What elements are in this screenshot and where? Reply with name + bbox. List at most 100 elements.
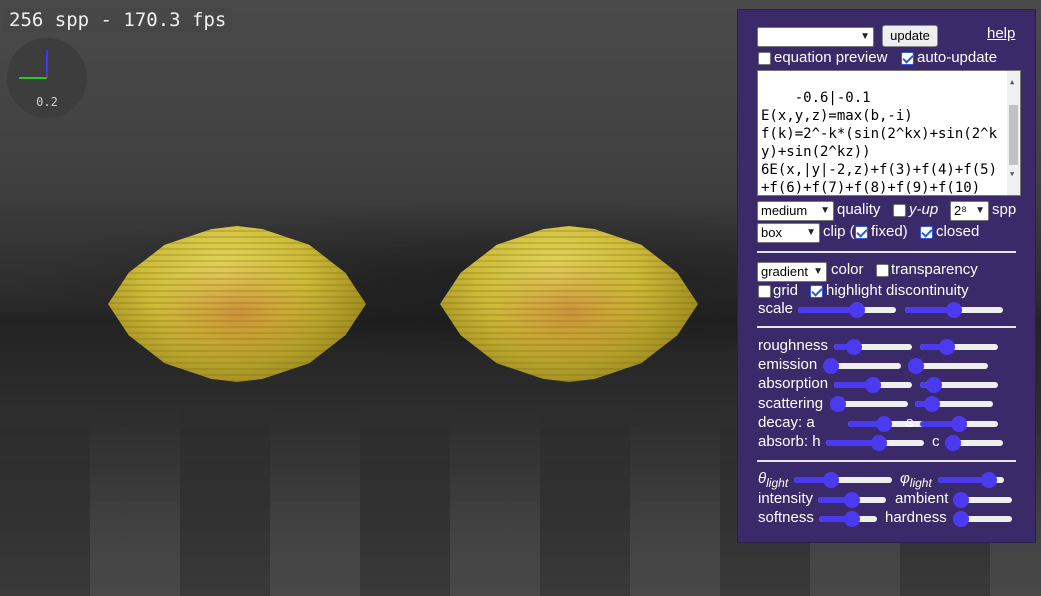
decay-s-slider[interactable] — [920, 416, 998, 432]
scattering-label: scattering — [758, 395, 824, 412]
quality-select[interactable]: medium ▼ — [757, 201, 834, 221]
grid-checkbox[interactable] — [758, 285, 771, 298]
slider-knob[interactable] — [865, 377, 881, 393]
theta-light-sub: light — [766, 476, 789, 490]
slider-knob[interactable] — [844, 511, 861, 527]
control-panel: ▼ update help equation preview auto-upda… — [737, 9, 1036, 543]
clip-label: clip ( — [823, 223, 855, 240]
auto-update-label: auto-update — [917, 49, 998, 66]
quality-label: quality — [837, 201, 881, 218]
absorption-slider-1[interactable] — [834, 377, 912, 393]
help-link[interactable]: help — [987, 25, 1015, 43]
decay-s-label: s — [906, 414, 914, 431]
equation-scrollbar[interactable]: ▲ ▼ — [1007, 71, 1020, 195]
y-up-checkbox[interactable] — [893, 204, 906, 217]
spp-select-value: 2⁸ — [954, 203, 967, 218]
absorb-c-label: c — [932, 433, 940, 450]
emission-slider-1[interactable] — [823, 358, 901, 374]
transparency-label: transparency — [891, 261, 978, 278]
slider-knob[interactable] — [846, 339, 863, 355]
closed-checkbox[interactable] — [920, 226, 933, 239]
equation-preview-checkbox[interactable] — [758, 52, 771, 65]
slider-knob[interactable] — [823, 358, 839, 374]
intensity-slider[interactable] — [818, 492, 886, 508]
roughness-slider-1[interactable] — [834, 339, 912, 355]
axis-gizmo[interactable]: 0.2 — [7, 38, 87, 118]
phi-symbol: φ — [900, 470, 910, 487]
slider-knob[interactable] — [980, 472, 997, 488]
highlight-discontinuity-label: highlight discontinuity — [826, 282, 969, 299]
slider-knob[interactable] — [953, 492, 969, 508]
axis-scale-label: 0.2 — [36, 95, 58, 109]
emission-label: emission — [758, 356, 818, 373]
phi-light-slider[interactable] — [938, 472, 1004, 488]
divider — [757, 460, 1016, 462]
slider-knob[interactable] — [938, 339, 955, 355]
spp-label: spp — [992, 201, 1017, 218]
slider-knob[interactable] — [953, 511, 969, 527]
ambient-label: ambient — [895, 490, 949, 507]
absorb-label: absorb: h — [758, 433, 821, 450]
absorb-h-slider[interactable] — [826, 435, 924, 451]
fixed-checkbox[interactable] — [855, 226, 868, 239]
scale-slider-2[interactable] — [905, 302, 1003, 318]
equation-text: -0.6|-0.1 E(x,y,z)=max(b,-i) f(k)=2^-k*(… — [761, 90, 998, 196]
closed-label: closed — [936, 223, 980, 240]
absorption-slider-2[interactable] — [920, 377, 998, 393]
chevron-down-icon: ▼ — [813, 266, 823, 277]
chevron-down-icon: ▼ — [860, 31, 870, 42]
absorb-c-slider[interactable] — [945, 435, 1003, 451]
slider-knob[interactable] — [844, 492, 860, 508]
scattering-slider-2[interactable] — [915, 396, 993, 412]
transparency-checkbox[interactable] — [876, 264, 889, 277]
clip-select[interactable]: box ▼ — [757, 223, 820, 243]
phi-light-label: φlight — [900, 470, 932, 492]
divider — [757, 326, 1016, 328]
color-select[interactable]: gradient ▼ — [757, 262, 827, 282]
auto-update-checkbox[interactable] — [901, 52, 914, 65]
theta-light-label: θlight — [758, 470, 788, 492]
slider-knob[interactable] — [908, 358, 924, 374]
intensity-label: intensity — [758, 490, 814, 507]
theta-light-slider[interactable] — [794, 472, 892, 488]
slider-knob[interactable] — [924, 396, 941, 412]
equation-input[interactable]: -0.6|-0.1 E(x,y,z)=max(b,-i) f(k)=2^-k*(… — [757, 70, 1021, 196]
scroll-up-icon[interactable]: ▲ — [1010, 73, 1014, 91]
divider — [757, 251, 1016, 253]
slider-knob[interactable] — [871, 435, 888, 451]
slider-knob[interactable] — [945, 435, 961, 451]
softness-label: softness — [758, 509, 814, 526]
quality-select-value: medium — [761, 203, 808, 218]
clip-select-value: box — [761, 225, 782, 240]
grid-label: grid — [773, 282, 799, 299]
ambient-slider[interactable] — [953, 492, 1012, 508]
scrollbar-thumb[interactable] — [1009, 105, 1018, 165]
slider-knob[interactable] — [822, 472, 839, 488]
emission-slider-2[interactable] — [908, 358, 988, 374]
phi-light-sub: light — [909, 476, 932, 490]
spp-select[interactable]: 2⁸ ▼ — [950, 201, 989, 221]
scale-label: scale — [758, 300, 794, 317]
roughness-slider-2[interactable] — [920, 339, 998, 355]
hardness-slider[interactable] — [953, 511, 1012, 527]
slider-knob[interactable] — [926, 377, 943, 393]
chevron-down-icon: ▼ — [806, 227, 816, 238]
slider-knob[interactable] — [946, 302, 962, 318]
roughness-label: roughness — [758, 337, 829, 354]
slider-knob[interactable] — [848, 302, 865, 318]
absorption-label: absorption — [758, 375, 829, 392]
scale-slider-1[interactable] — [798, 302, 896, 318]
fps-counter: 256 spp - 170.3 fps — [3, 8, 233, 32]
slider-knob[interactable] — [951, 416, 967, 432]
scroll-down-icon[interactable]: ▼ — [1010, 165, 1014, 183]
decay-a-slider[interactable] — [848, 416, 926, 432]
preset-select[interactable]: ▼ — [757, 27, 874, 47]
slider-knob[interactable] — [830, 396, 846, 412]
slider-knob[interactable] — [875, 416, 892, 432]
update-button[interactable]: update — [882, 25, 938, 47]
chevron-down-icon: ▼ — [820, 205, 830, 216]
scattering-slider-1[interactable] — [830, 396, 908, 412]
softness-slider[interactable] — [819, 511, 877, 527]
hardness-label: hardness — [885, 509, 947, 526]
highlight-discontinuity-checkbox[interactable] — [810, 285, 823, 298]
